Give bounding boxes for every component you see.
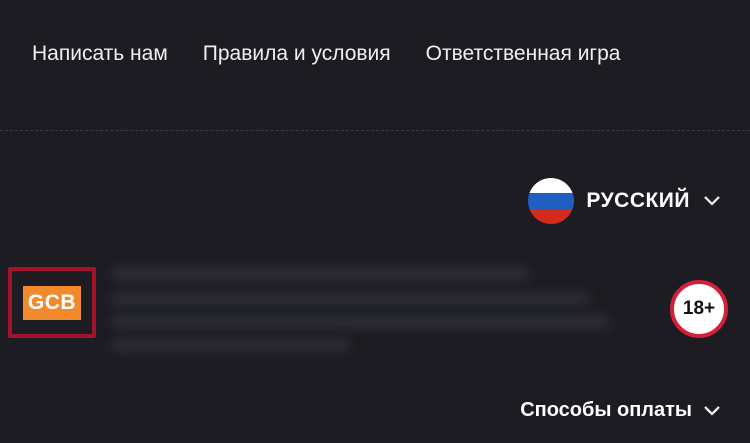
age-restriction-badge: 18+: [670, 280, 728, 338]
payment-methods-dropdown[interactable]: Способы оплаты: [520, 399, 720, 422]
responsible-gaming-link[interactable]: Ответственная игра: [426, 42, 621, 66]
language-label: РУССКИЙ: [586, 189, 690, 212]
footer-links: Написать нам Правила и условия Ответстве…: [32, 42, 620, 66]
language-selector[interactable]: РУССКИЙ: [528, 178, 720, 224]
russia-flag-icon: [528, 178, 575, 224]
chevron-down-icon: [704, 196, 720, 206]
contact-us-link[interactable]: Написать нам: [32, 42, 168, 66]
payment-methods-label: Способы оплаты: [520, 399, 692, 421]
gcb-license-badge[interactable]: GCB: [8, 267, 96, 338]
terms-link[interactable]: Правила и условия: [203, 42, 391, 66]
chevron-down-icon: [704, 405, 720, 416]
section-divider: [0, 130, 750, 131]
gcb-logo: GCB: [23, 285, 81, 320]
